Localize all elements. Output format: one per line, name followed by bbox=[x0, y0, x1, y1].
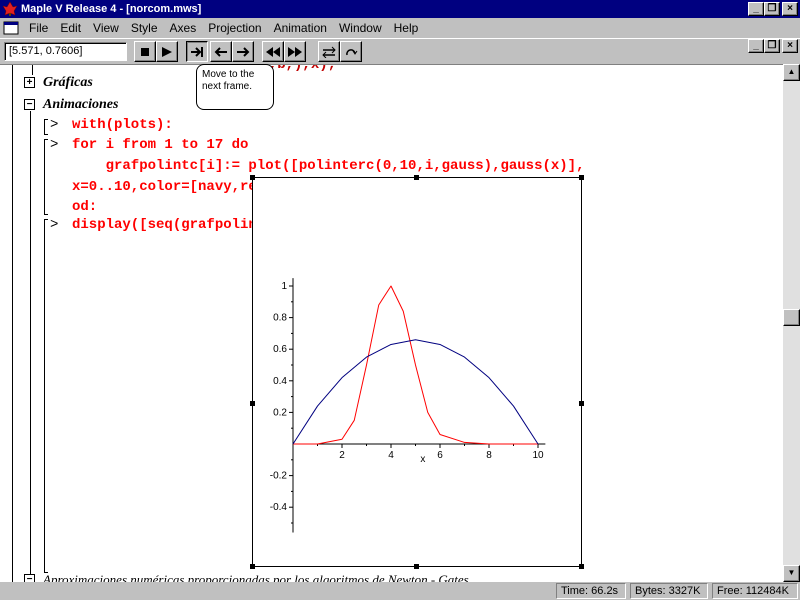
section-bracket bbox=[30, 111, 31, 574]
outer-bracket bbox=[12, 65, 13, 582]
resize-handle[interactable] bbox=[579, 401, 584, 406]
x-tick-label: 10 bbox=[532, 450, 544, 461]
prompt: > bbox=[50, 117, 59, 133]
minimize-icon: _ bbox=[753, 3, 759, 14]
y-tick-label: 0.2 bbox=[273, 407, 287, 418]
resize-handle[interactable] bbox=[579, 564, 584, 569]
y-tick-label: 1 bbox=[281, 281, 287, 292]
x-tick-label: 8 bbox=[486, 450, 492, 461]
play-button[interactable] bbox=[156, 41, 178, 62]
tooltip: Move to the next frame. bbox=[196, 64, 274, 110]
resize-handle[interactable] bbox=[250, 564, 255, 569]
restore-icon: ❐ bbox=[767, 3, 777, 14]
section-title-graficas: Gráficas bbox=[43, 75, 93, 90]
forward-button[interactable] bbox=[232, 41, 254, 62]
interpolant-series-line bbox=[292, 339, 539, 445]
status-free: Free: 112484K bbox=[712, 583, 798, 599]
maple-leaf-icon bbox=[2, 1, 18, 17]
document-icon[interactable] bbox=[3, 21, 19, 35]
scroll-thumb[interactable] bbox=[783, 309, 800, 326]
section-toggle-animaciones[interactable]: − bbox=[24, 99, 35, 110]
command-with-plots[interactable]: with(plots): bbox=[72, 117, 173, 133]
menu-window[interactable]: Window bbox=[333, 21, 388, 35]
arrow-right-icon bbox=[237, 46, 250, 57]
y-tick-label: -0.2 bbox=[270, 471, 288, 482]
fast-forward-icon bbox=[288, 46, 302, 57]
section-toggle-bottom[interactable]: − bbox=[24, 574, 35, 582]
group-bracket bbox=[44, 219, 48, 573]
gauss-series-line bbox=[293, 285, 538, 445]
window-title: Maple V Release 4 - [norcom.mws] bbox=[21, 3, 202, 15]
group-bracket bbox=[44, 119, 48, 135]
menu-animation[interactable]: Animation bbox=[268, 21, 333, 35]
menu-style[interactable]: Style bbox=[125, 21, 164, 35]
animation-toolbar: [5.571, 0.7606] bbox=[0, 38, 800, 64]
y-tick-label: 0.6 bbox=[273, 344, 287, 355]
resize-handle[interactable] bbox=[414, 564, 419, 569]
stop-button[interactable] bbox=[134, 41, 156, 62]
loop-button[interactable] bbox=[340, 41, 362, 62]
menu-bar: File Edit View Style Axes Projection Ani… bbox=[0, 18, 800, 53]
resize-handle[interactable] bbox=[414, 175, 419, 180]
group-bracket-top bbox=[32, 65, 33, 75]
direction-button[interactable] bbox=[318, 41, 340, 62]
animation-plot: 2 4 6 8 10 0.2 0.4 0.6 0.8 1 -0.2 -0.4 x bbox=[270, 278, 546, 533]
arrow-up-icon: ▲ bbox=[787, 67, 796, 76]
arrow-down-icon: ▼ bbox=[787, 568, 796, 577]
x-tick-label: 6 bbox=[437, 450, 443, 461]
scroll-up-button[interactable]: ▲ bbox=[783, 64, 800, 81]
close-button[interactable]: × bbox=[782, 2, 798, 16]
prompt: > bbox=[50, 217, 59, 233]
menu-file[interactable]: File bbox=[23, 21, 54, 35]
status-bytes: Bytes: 3327K bbox=[630, 583, 708, 599]
swap-direction-icon bbox=[322, 46, 336, 58]
next-frame-button[interactable] bbox=[186, 41, 208, 62]
minimize-button[interactable]: _ bbox=[748, 2, 764, 16]
next-frame-icon bbox=[191, 46, 203, 57]
status-bar: Time: 66.2s Bytes: 3327K Free: 112484K bbox=[0, 582, 800, 600]
play-icon bbox=[162, 46, 172, 57]
command-od[interactable]: od: bbox=[72, 199, 97, 215]
backward-button[interactable] bbox=[210, 41, 232, 62]
loop-icon bbox=[346, 48, 358, 55]
rewind-icon bbox=[266, 46, 280, 57]
section-title-bottom: Aproximaciones numéricas proporcionadas … bbox=[43, 572, 469, 582]
arrow-left-icon bbox=[214, 46, 227, 57]
command-for-loop[interactable]: for i from 1 to 17 do bbox=[72, 137, 248, 153]
x-axis-label: x bbox=[420, 454, 425, 465]
resize-handle[interactable] bbox=[250, 175, 255, 180]
section-title-animaciones: Animaciones bbox=[43, 97, 119, 112]
resize-handle[interactable] bbox=[579, 175, 584, 180]
resize-handle[interactable] bbox=[250, 401, 255, 406]
x-tick-label: 2 bbox=[339, 450, 345, 461]
coordinates-field[interactable]: [5.571, 0.7606] bbox=[4, 42, 127, 61]
section-toggle-graficas[interactable]: + bbox=[24, 77, 35, 88]
scroll-down-button[interactable]: ▼ bbox=[783, 565, 800, 582]
y-tick-label: 0.4 bbox=[273, 376, 287, 387]
menu-edit[interactable]: Edit bbox=[54, 21, 87, 35]
plot-region[interactable]: 2 4 6 8 10 0.2 0.4 0.6 0.8 1 -0.2 -0.4 x bbox=[252, 177, 582, 567]
prompt: > bbox=[50, 137, 59, 153]
vertical-scrollbar[interactable]: ▲ ▼ bbox=[783, 64, 800, 582]
command-plot-line[interactable]: grafpolintc[i]:= plot([polinterc(0,10,i,… bbox=[72, 158, 585, 174]
restore-button[interactable]: ❐ bbox=[764, 2, 780, 16]
title-bar: Maple V Release 4 - [norcom.mws] _ ❐ × bbox=[0, 0, 800, 18]
x-tick-label: 4 bbox=[388, 450, 394, 461]
slower-button[interactable] bbox=[262, 41, 284, 62]
close-icon: × bbox=[787, 3, 793, 14]
menu-help[interactable]: Help bbox=[388, 21, 425, 35]
status-time: Time: 66.2s bbox=[556, 583, 626, 599]
y-tick-label: 0.8 bbox=[273, 313, 287, 324]
faster-button[interactable] bbox=[284, 41, 306, 62]
stop-icon bbox=[141, 47, 149, 56]
menu-axes[interactable]: Axes bbox=[164, 21, 203, 35]
group-bracket bbox=[44, 139, 48, 215]
menu-view[interactable]: View bbox=[87, 21, 125, 35]
y-tick-label: -0.4 bbox=[270, 502, 288, 513]
menu-projection[interactable]: Projection bbox=[202, 21, 267, 35]
